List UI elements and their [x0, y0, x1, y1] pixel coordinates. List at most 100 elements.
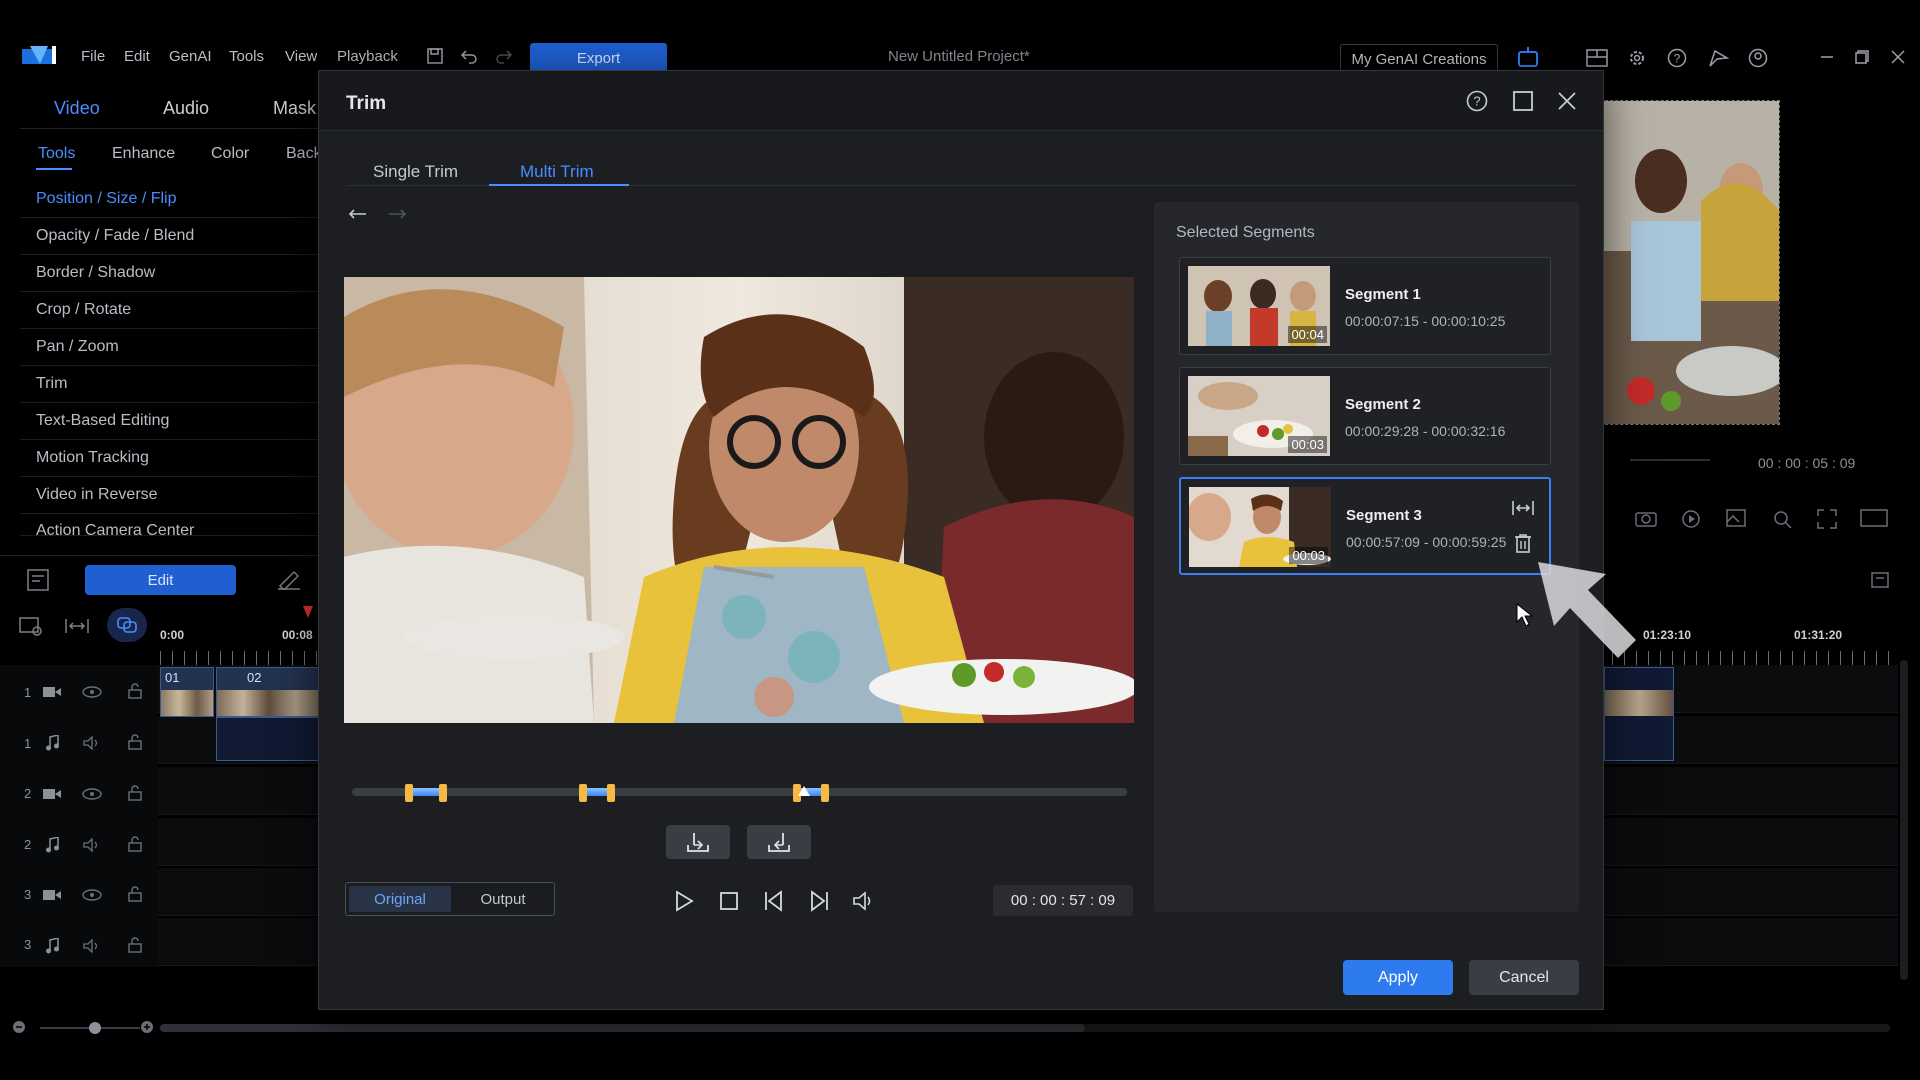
volume-button[interactable] — [849, 887, 879, 915]
tool-motion-tracking[interactable]: Motion Tracking — [20, 440, 320, 477]
mark-out-handle[interactable] — [821, 784, 829, 802]
tool-action-camera-center[interactable]: Action Camera Center — [20, 514, 320, 536]
output-button[interactable]: Output — [454, 886, 552, 912]
subtab-background[interactable]: Back — [286, 145, 322, 163]
subtab-tools[interactable]: Tools — [38, 145, 75, 163]
aspect-ratio-icon[interactable] — [1860, 508, 1888, 528]
lock-icon[interactable] — [128, 683, 142, 699]
speaker-icon[interactable] — [83, 736, 101, 750]
trash-icon[interactable] — [1514, 533, 1532, 553]
segment-card-1[interactable]: 00:04 Segment 1 00:00:07:15 - 00:00:10:2… — [1179, 257, 1551, 355]
tab-audio[interactable]: Audio — [163, 98, 209, 119]
menu-tools[interactable]: Tools — [229, 48, 264, 65]
menu-view[interactable]: View — [285, 48, 317, 65]
mark-in-handle[interactable] — [579, 784, 587, 802]
close-window-icon[interactable] — [1891, 50, 1905, 64]
menu-edit[interactable]: Edit — [124, 48, 150, 65]
maximize-icon[interactable] — [1512, 90, 1534, 112]
account-icon[interactable] — [1748, 48, 1768, 68]
segment-range-2[interactable] — [579, 784, 615, 802]
feedback-icon[interactable] — [1707, 48, 1729, 68]
previous-frame-button[interactable] — [759, 887, 789, 915]
zoom-in-icon[interactable] — [140, 1020, 154, 1034]
restore-icon[interactable] — [1855, 50, 1869, 64]
tool-pan-zoom[interactable]: Pan / Zoom — [20, 329, 320, 366]
pen-icon[interactable] — [276, 570, 302, 590]
zoom-slider-thumb[interactable] — [89, 1022, 101, 1034]
subtab-enhance[interactable]: Enhance — [112, 145, 175, 163]
mark-out-handle[interactable] — [607, 784, 615, 802]
zoom-icon[interactable] — [1771, 508, 1793, 530]
vertical-scrollbar[interactable] — [1900, 660, 1908, 980]
zoom-out-icon[interactable] — [12, 1020, 26, 1034]
mark-in-button[interactable] — [666, 825, 730, 859]
stop-button[interactable] — [714, 887, 744, 915]
playhead[interactable] — [303, 606, 313, 618]
tab-video[interactable]: Video — [54, 98, 100, 119]
ai-assistant-icon[interactable] — [1516, 46, 1540, 70]
apply-button[interactable]: Apply — [1343, 960, 1453, 995]
undo-icon[interactable] — [348, 207, 368, 223]
help-icon[interactable]: ? — [1667, 48, 1687, 68]
tool-crop-rotate[interactable]: Crop / Rotate — [20, 292, 320, 329]
menu-genai[interactable]: GenAI — [169, 48, 212, 65]
magnetic-timeline-icon[interactable] — [107, 608, 147, 642]
panel-toggle-icon[interactable] — [26, 568, 50, 592]
render-preview-icon[interactable] — [1680, 508, 1702, 530]
minimize-icon[interactable] — [1820, 50, 1834, 64]
play-button[interactable] — [669, 887, 699, 915]
fit-segment-icon[interactable] — [1511, 499, 1535, 517]
timeline-clip[interactable]: 02 — [216, 667, 320, 717]
timeline-clip[interactable]: 01 — [160, 667, 214, 717]
redo-icon[interactable] — [387, 207, 407, 223]
tool-opacity-fade-blend[interactable]: Opacity / Fade / Blend — [20, 218, 320, 255]
tool-video-in-reverse[interactable]: Video in Reverse — [20, 477, 320, 514]
help-icon[interactable]: ? — [1466, 90, 1488, 112]
layout-icon[interactable] — [1586, 49, 1608, 67]
subtab-color[interactable]: Color — [211, 145, 249, 163]
mark-in-handle[interactable] — [405, 784, 413, 802]
segment-card-3[interactable]: 00:03 Segment 3 00:00:57:09 - 00:00:59:2… — [1179, 477, 1551, 575]
timeline-settings-icon[interactable] — [1870, 570, 1894, 590]
scrubber-playhead[interactable] — [798, 786, 810, 796]
cancel-button[interactable]: Cancel — [1469, 960, 1579, 995]
eye-icon[interactable] — [82, 889, 102, 901]
timeline-clip[interactable] — [1604, 667, 1674, 761]
gear-icon[interactable] — [1627, 48, 1647, 68]
fullscreen-icon[interactable] — [1816, 508, 1838, 530]
speaker-icon[interactable] — [83, 939, 101, 953]
undo-icon[interactable] — [460, 48, 478, 64]
lock-icon[interactable] — [128, 886, 142, 902]
original-button[interactable]: Original — [349, 886, 451, 912]
trim-scrubber[interactable] — [352, 784, 1127, 802]
lock-icon[interactable] — [128, 785, 142, 801]
tool-text-based-editing[interactable]: Text-Based Editing — [20, 403, 320, 440]
horizontal-scrollbar-thumb[interactable] — [160, 1024, 1085, 1032]
eye-icon[interactable] — [82, 788, 102, 800]
speaker-icon[interactable] — [83, 838, 101, 852]
lock-icon[interactable] — [128, 836, 142, 852]
menu-playback[interactable]: Playback — [337, 48, 398, 65]
tool-border-shadow[interactable]: Border / Shadow — [20, 255, 320, 292]
menu-file[interactable]: File — [81, 48, 105, 65]
eye-icon[interactable] — [82, 686, 102, 698]
audio-clip[interactable] — [216, 717, 320, 761]
edit-button[interactable]: Edit — [85, 565, 236, 595]
preview-scrubber[interactable] — [1630, 459, 1710, 461]
export-frame-icon[interactable] — [1725, 508, 1747, 528]
redo-icon[interactable] — [495, 48, 513, 64]
tab-mask[interactable]: Mask — [273, 98, 316, 119]
lock-icon[interactable] — [128, 937, 142, 953]
lock-icon[interactable] — [128, 734, 142, 750]
save-icon[interactable] — [426, 47, 444, 65]
tab-single-trim[interactable]: Single Trim — [373, 162, 458, 182]
tool-position-size-flip[interactable]: Position / Size / Flip — [20, 181, 320, 218]
track-manager-icon[interactable] — [18, 615, 44, 637]
mark-out-handle[interactable] — [439, 784, 447, 802]
tab-multi-trim[interactable]: Multi Trim — [520, 162, 594, 182]
segment-range-1[interactable] — [405, 784, 447, 802]
mark-out-button[interactable] — [747, 825, 811, 859]
close-icon[interactable] — [1557, 91, 1577, 111]
segment-card-2[interactable]: 00:03 Segment 2 00:00:29:28 - 00:00:32:1… — [1179, 367, 1551, 465]
tool-trim[interactable]: Trim — [20, 366, 320, 403]
